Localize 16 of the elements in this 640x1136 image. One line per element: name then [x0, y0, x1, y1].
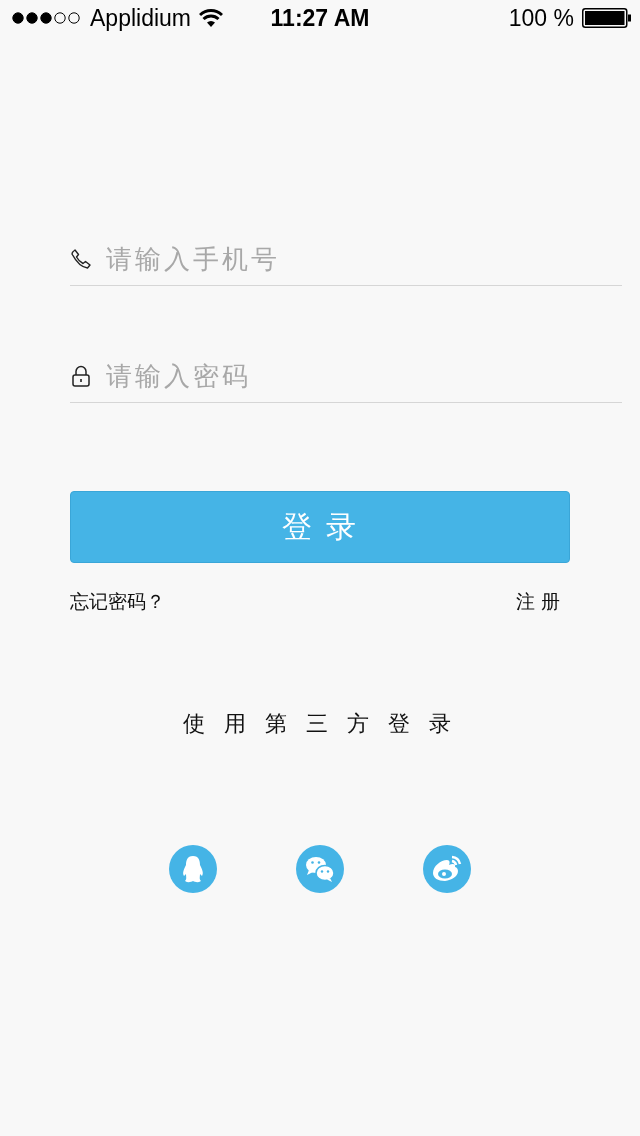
forgot-password-link[interactable]: 忘记密码？: [70, 589, 165, 615]
carrier-name: Applidium: [90, 4, 191, 32]
lock-icon: [72, 364, 90, 387]
status-time: 11:27 AM: [270, 4, 370, 31]
battery-percent: 100 %: [508, 4, 574, 32]
third-party-login-title: 使 用 第 三 方 登 录: [183, 711, 457, 736]
wifi-icon: [199, 9, 223, 27]
eye-signal-icon[interactable]: [423, 845, 471, 893]
register-link[interactable]: 注 册: [515, 589, 560, 615]
phone-field[interactable]: 请输入手机号: [106, 243, 622, 274]
signal-icon: [12, 12, 82, 24]
chat-bubbles-icon[interactable]: [296, 845, 344, 893]
phone-icon: [70, 247, 92, 270]
battery-icon: [582, 8, 632, 28]
password-field[interactable]: 请输入密码: [106, 360, 622, 391]
penguin-icon[interactable]: [169, 845, 217, 893]
